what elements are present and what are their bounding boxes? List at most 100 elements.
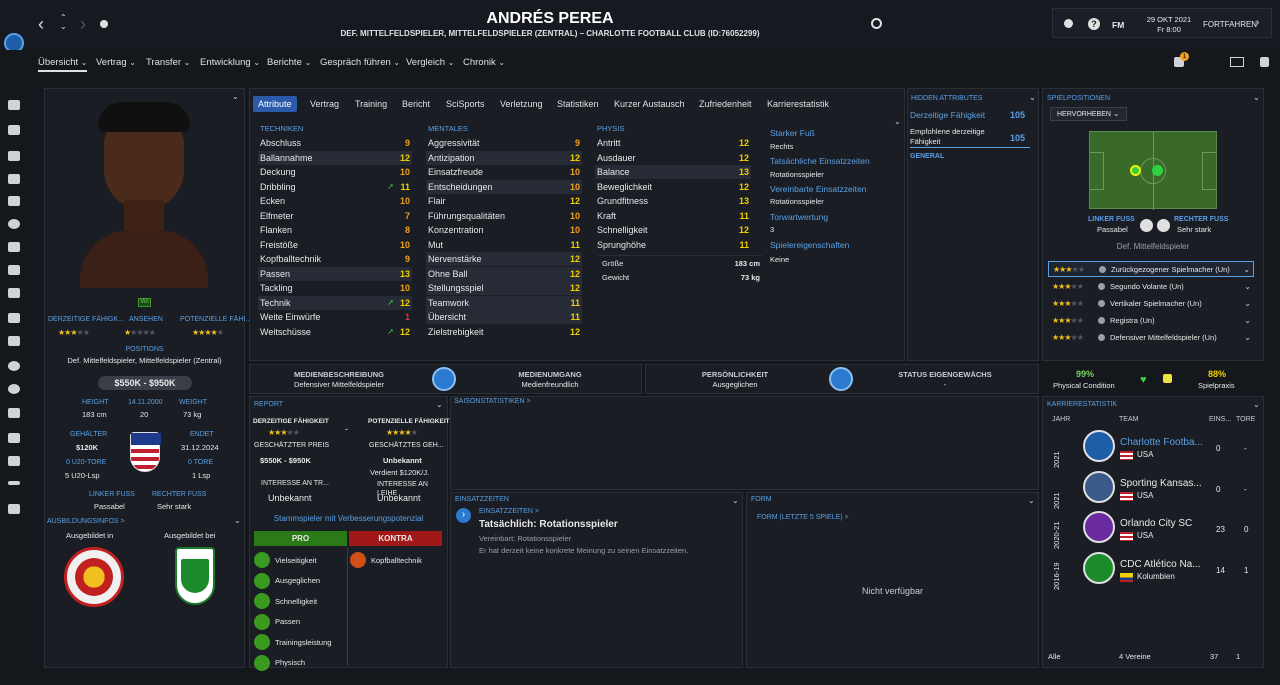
tab-career-stats[interactable]: Karrierestatistik [762, 96, 834, 112]
schedule-icon[interactable] [8, 219, 20, 229]
positions-chevron-icon[interactable]: ⌄ [1253, 93, 1260, 102]
tab-happiness[interactable]: Zufriedenheit [694, 96, 757, 112]
attribute-row[interactable]: Konzentration 10 [426, 223, 582, 237]
role-row[interactable]: ★★★★★ Vertikaler Spielmacher (Un) ⌄ [1048, 295, 1254, 311]
tab-contract[interactable]: Vertrag [305, 96, 344, 112]
attribute-row[interactable]: Ohne Ball 12 [426, 266, 582, 281]
attribute-row[interactable]: Elfmeter 7 [258, 209, 412, 223]
role-chevron-icon[interactable]: ⌄ [1244, 282, 1254, 291]
continue-button[interactable]: FORTFAHREN [1203, 20, 1257, 29]
tab-report[interactable]: Bericht [397, 96, 435, 112]
info-icon[interactable] [1098, 316, 1105, 324]
attribute-row[interactable]: Technik ➚ 12 [258, 295, 412, 310]
attribute-row[interactable]: Teamwork 11 [426, 295, 582, 310]
attribute-row[interactable]: Beweglichkeit 12 [595, 180, 751, 194]
staff-icon[interactable] [8, 242, 20, 252]
report-icon[interactable] [8, 481, 20, 485]
attribute-row[interactable]: Balance 13 [595, 165, 751, 179]
home-icon[interactable] [8, 100, 20, 110]
nav-compare[interactable]: Vergleich ⌄ [406, 57, 454, 68]
training-chevron-icon[interactable]: ⌄ [234, 516, 241, 525]
season-stats-link[interactable]: SAISONSTATISTIKEN > [454, 398, 531, 405]
tab-quick-chat[interactable]: Kurzer Austausch [609, 96, 690, 112]
menu-chevron-icon[interactable] [100, 20, 108, 28]
role-chevron-icon[interactable]: ⌄ [1244, 299, 1254, 308]
squad-icon[interactable] [8, 151, 20, 161]
attribute-row[interactable]: Weitschüsse ➚ 12 [258, 325, 412, 339]
attribute-row[interactable]: Führungsqualitäten 10 [426, 209, 582, 223]
career-chevron-icon[interactable]: ⌄ [1253, 400, 1260, 409]
competitions-icon[interactable] [8, 336, 20, 346]
role-row[interactable]: ★★★★★ Defensiver Mittelfeldspieler (Un) ⌄ [1048, 329, 1254, 345]
profile-chevron-icon[interactable]: ⌄ [232, 92, 239, 101]
attribute-row[interactable]: Aggressivität 9 [426, 136, 582, 150]
team-name[interactable]: Orlando City SC [1120, 518, 1192, 529]
fm-logo[interactable]: FM [1112, 20, 1124, 30]
attribute-row[interactable]: Freistöße 10 [258, 238, 412, 252]
tab-statistics[interactable]: Statistiken [552, 96, 604, 112]
tab-injury[interactable]: Verletzung [495, 96, 548, 112]
tab-training[interactable]: Training [350, 96, 392, 112]
role-row[interactable]: ★★★★★ Segundo Volante (Un) ⌄ [1048, 278, 1254, 294]
training-info-link[interactable]: AUSBILDUNGSINFOS > [47, 518, 125, 525]
extra-icon[interactable] [1260, 57, 1269, 67]
screen-icon[interactable] [1230, 57, 1244, 67]
attribute-row[interactable]: Antizipation 12 [426, 150, 582, 165]
up-down-icon[interactable]: ⌃ ⌄ [60, 13, 67, 31]
info-icon[interactable] [1099, 265, 1106, 273]
info-icon[interactable] [1098, 282, 1105, 290]
tab-scisports[interactable]: SciSports [441, 96, 490, 112]
transfers-icon[interactable] [8, 384, 20, 394]
form-link[interactable]: FORM (LETZTE 5 SPIELE) > [757, 514, 849, 521]
team-name[interactable]: Charlotte Footba... [1120, 437, 1203, 448]
role-row[interactable]: ★★★★★ Zurückgezogener Spielmacher (Un) ⌄ [1048, 261, 1254, 277]
attribute-row[interactable]: Ballannahme 12 [258, 150, 412, 165]
role-chevron-icon[interactable]: ⌄ [1243, 265, 1253, 274]
attribute-row[interactable]: Stellungsspiel 12 [426, 281, 582, 295]
attributes-chevron-icon[interactable]: ⌄ [894, 117, 901, 126]
attribute-row[interactable]: Zielstrebigkeit 12 [426, 325, 582, 339]
attribute-row[interactable]: Weite Einwürfe 1 [258, 310, 412, 324]
tab-attributes[interactable]: Attribute [253, 96, 297, 112]
attribute-row[interactable]: Passen 13 [258, 266, 412, 281]
help-icon[interactable]: ? [1088, 18, 1100, 30]
attribute-row[interactable]: Einsatzfreude 10 [426, 165, 582, 179]
forward-arrow-icon[interactable]: › [80, 14, 86, 35]
attribute-row[interactable]: Mut 11 [426, 238, 582, 252]
form-chevron-icon[interactable]: ⌄ [1028, 496, 1035, 505]
team-name[interactable]: CDC Atlético Na... [1120, 559, 1201, 570]
attribute-row[interactable]: Dribbling ➚ 11 [258, 180, 412, 194]
playtime-arrow-icon[interactable]: › [456, 508, 471, 523]
playtime-chevron-icon[interactable]: ⌄ [732, 496, 739, 505]
info-icon[interactable] [1098, 333, 1105, 341]
nav-development[interactable]: Entwicklung ⌄ [200, 57, 260, 68]
attribute-row[interactable]: Schnelligkeit 12 [595, 223, 751, 237]
role-chevron-icon[interactable]: ⌄ [1244, 333, 1254, 342]
trophy-icon[interactable] [1064, 19, 1073, 28]
report-chevron-icon[interactable]: ⌄ [436, 400, 443, 409]
attribute-row[interactable]: Nervenstärke 12 [426, 252, 582, 266]
attribute-row[interactable]: Entscheidungen 10 [426, 179, 582, 194]
attribute-row[interactable]: Grundfitness 13 [595, 194, 751, 208]
clipboard-icon[interactable] [8, 196, 20, 206]
highlight-dropdown[interactable]: HERVORHEBEN ⌄ [1050, 107, 1127, 121]
hidden-chevron-icon[interactable]: ⌄ [1029, 93, 1036, 102]
nav-reports[interactable]: Berichte ⌄ [267, 57, 311, 68]
attribute-row[interactable]: Übersicht 11 [426, 310, 582, 324]
attribute-row[interactable]: Flair 12 [426, 194, 582, 208]
calendar-icon[interactable] [8, 313, 20, 323]
playtime-link[interactable]: EINSATZZEITEN > [479, 508, 539, 515]
attribute-row[interactable]: Tackling 10 [258, 281, 412, 295]
search-icon[interactable] [871, 18, 882, 29]
development-icon[interactable] [8, 456, 20, 466]
continue-arrow-icon[interactable]: › [1256, 17, 1259, 28]
manager-icon[interactable] [8, 504, 20, 514]
attribute-row[interactable]: Abschluss 9 [258, 136, 412, 150]
dynamics-icon[interactable] [8, 174, 20, 184]
attribute-row[interactable]: Ecken 10 [258, 194, 412, 208]
attribute-row[interactable]: Antritt 12 [595, 136, 751, 150]
role-chevron-icon[interactable]: ⌄ [1244, 316, 1254, 325]
scouting-icon[interactable] [8, 361, 20, 371]
inbox-nav-icon[interactable] [8, 125, 20, 135]
attribute-row[interactable]: Kopfballtechnik 9 [258, 252, 412, 266]
